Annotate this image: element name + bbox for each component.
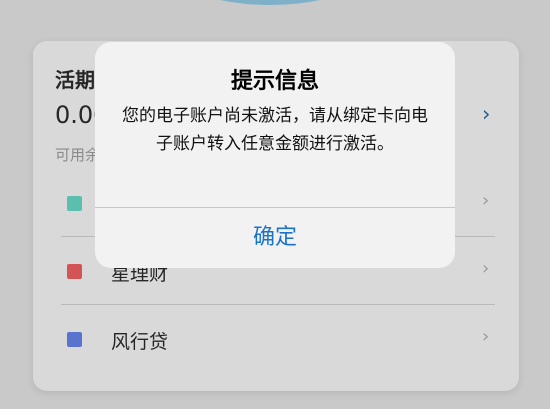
header-arc	[120, 0, 420, 5]
dialog-title: 提示信息	[230, 69, 319, 94]
blue-square-icon	[67, 332, 82, 347]
chevron-right-icon[interactable]: ›	[482, 192, 489, 210]
card-title: 活期	[55, 68, 95, 92]
chevron-right-icon[interactable]: ›	[482, 260, 489, 278]
chevron-right-icon[interactable]: ›	[482, 104, 490, 125]
product-row-3[interactable]: 风行贷 ›	[61, 305, 495, 373]
teal-square-icon	[67, 196, 82, 211]
app-screen: 活期 0.00 可用余 › › 星理财 › 风行贷 › 提示信息 您的电子账户尚…	[0, 0, 550, 409]
product-name: 风行贷	[111, 331, 169, 353]
confirm-button[interactable]: 确定	[95, 208, 455, 268]
available-balance-label: 可用余	[55, 146, 101, 164]
red-square-icon	[67, 264, 82, 279]
chevron-right-icon[interactable]: ›	[482, 328, 489, 346]
alert-dialog: 提示信息 您的电子账户尚未激活，请从绑定卡向电子账户转入任意金额进行激活。 确定	[95, 42, 455, 268]
dialog-message: 您的电子账户尚未激活，请从绑定卡向电子账户转入任意金额进行激活。	[122, 106, 428, 154]
